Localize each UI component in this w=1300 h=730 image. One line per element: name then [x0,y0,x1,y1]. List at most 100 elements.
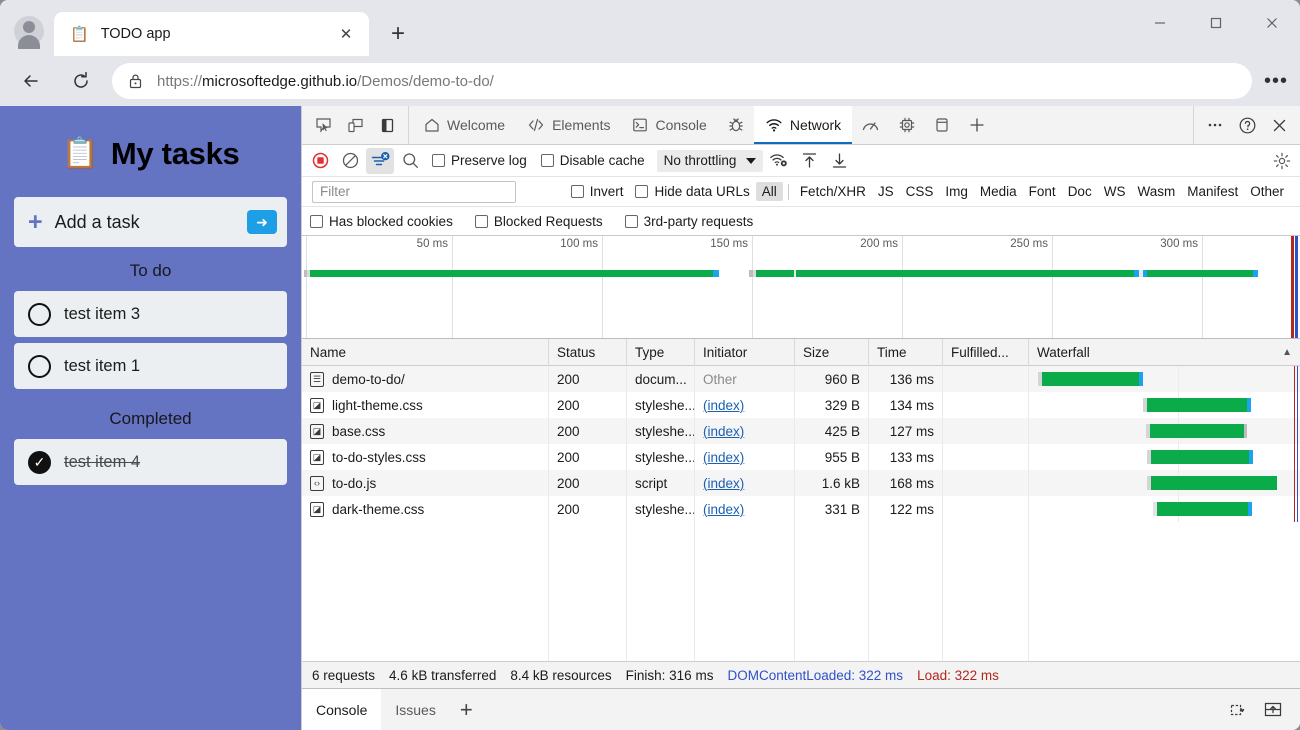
initiator-link[interactable]: (index) [703,424,744,439]
checkbox-icon[interactable] [475,215,488,228]
filter-clear-icon[interactable] [366,148,394,174]
clear-icon[interactable] [336,148,364,174]
device-emulation-icon[interactable] [340,110,370,140]
tab-performance[interactable] [852,106,889,144]
cell-initiator[interactable]: (index) [695,392,795,418]
export-har-icon[interactable] [825,148,853,174]
tab-network[interactable]: Network [754,106,852,144]
table-body[interactable]: ☰ demo-to-do/ 200 docum... Other 960 B 1… [302,366,1300,661]
column-header-waterfall[interactable]: Waterfall ▲ [1029,339,1300,366]
dock-side-icon[interactable] [372,110,402,140]
cell-name[interactable]: ◪ base.css [302,418,549,444]
table-row[interactable]: ◪ light-theme.css 200 styleshe... (index… [302,392,1300,418]
table-row[interactable]: ‹› to-do.js 200 script (index) 1.6 kB 16… [302,470,1300,496]
initiator-link[interactable]: (index) [703,450,744,465]
filter-type-doc[interactable]: Doc [1062,182,1098,201]
hide-data-urls-checkbox[interactable]: Hide data URLs [629,184,755,199]
has-blocked-cookies-checkbox[interactable]: Has blocked cookies [310,214,459,229]
filter-input[interactable]: Filter [312,181,516,203]
tab-memory[interactable] [889,106,925,144]
inspect-element-icon[interactable] [308,110,338,140]
checkbox-icon[interactable] [310,215,323,228]
column-header-type[interactable]: Type [627,339,695,366]
drawer-tab-issues[interactable]: Issues [381,689,449,730]
new-style-rule-icon[interactable] [1222,695,1252,725]
import-har-icon[interactable] [795,148,823,174]
back-icon[interactable] [12,62,50,100]
table-row[interactable]: ☰ demo-to-do/ 200 docum... Other 960 B 1… [302,366,1300,392]
filter-type-font[interactable]: Font [1023,182,1062,201]
column-header-initiator[interactable]: Initiator [695,339,795,366]
add-task-row[interactable]: + Add a task ➜ [14,197,287,247]
initiator-link[interactable]: (index) [703,398,744,413]
disable-cache-checkbox[interactable]: Disable cache [535,153,651,168]
tab-elements[interactable]: Elements [516,106,621,144]
cell-initiator[interactable]: (index) [695,418,795,444]
checkbox-icon[interactable] [432,154,445,167]
settings-gear-icon[interactable] [1268,148,1296,174]
cell-initiator[interactable]: (index) [695,470,795,496]
drawer-add-tab-icon[interactable]: + [450,689,483,730]
task-checked-icon[interactable]: ✓ [28,451,51,474]
browser-tab[interactable]: 📋 TODO app ✕ [54,12,369,56]
network-overview-timeline[interactable]: 50 ms 100 ms 150 ms 200 ms 250 ms 300 ms [302,236,1300,339]
cell-name[interactable]: ◪ dark-theme.css [302,496,549,522]
cell-name[interactable]: ‹› to-do.js [302,470,549,496]
column-header-time[interactable]: Time [869,339,943,366]
filter-type-ws[interactable]: WS [1098,182,1132,201]
list-item[interactable]: ✓ test item 4 [14,439,287,485]
cell-initiator[interactable]: (index) [695,444,795,470]
submit-arrow-icon[interactable]: ➜ [247,210,277,234]
column-header-name[interactable]: Name [302,339,549,366]
browser-more-icon[interactable]: ••• [1258,63,1294,99]
task-checkbox-icon[interactable] [28,355,51,378]
filter-type-css[interactable]: CSS [900,182,940,201]
close-devtools-icon[interactable] [1264,110,1294,140]
drawer-tab-console[interactable]: Console [302,689,381,730]
list-item[interactable]: test item 3 [14,291,287,337]
filter-type-media[interactable]: Media [974,182,1023,201]
tab-sources-debug[interactable] [718,106,754,144]
network-conditions-icon[interactable] [765,148,793,174]
help-icon[interactable] [1232,110,1262,140]
filter-type-manifest[interactable]: Manifest [1181,182,1244,201]
list-item[interactable]: test item 1 [14,343,287,389]
blocked-requests-checkbox[interactable]: Blocked Requests [469,214,609,229]
throttling-select[interactable]: No throttling [657,150,764,172]
minimize-icon[interactable] [1132,0,1188,46]
tab-console[interactable]: Console [621,106,717,144]
checkbox-icon[interactable] [635,185,648,198]
filter-type-fetchxhr[interactable]: Fetch/XHR [794,182,872,201]
add-task-input[interactable]: Add a task [55,212,235,233]
filter-type-other[interactable]: Other [1244,182,1290,201]
checkbox-icon[interactable] [571,185,584,198]
checkbox-icon[interactable] [625,215,638,228]
filter-type-js[interactable]: JS [872,182,900,201]
tab-application[interactable] [925,106,959,144]
cell-name[interactable]: ☰ demo-to-do/ [302,366,549,392]
address-bar[interactable]: https://microsoftedge.github.io/Demos/de… [112,63,1252,99]
reload-icon[interactable] [62,62,100,100]
close-window-icon[interactable] [1244,0,1300,46]
preserve-log-checkbox[interactable]: Preserve log [426,153,533,168]
invert-checkbox[interactable]: Invert [565,184,630,199]
filter-type-wasm[interactable]: Wasm [1131,182,1181,201]
more-tools-icon[interactable] [1200,110,1230,140]
table-row[interactable]: ◪ base.css 200 styleshe... (index) 425 B… [302,418,1300,444]
column-header-status[interactable]: Status [549,339,627,366]
table-row[interactable]: ◪ to-do-styles.css 200 styleshe... (inde… [302,444,1300,470]
task-checkbox-icon[interactable] [28,303,51,326]
table-row[interactable]: ◪ dark-theme.css 200 styleshe... (index)… [302,496,1300,522]
search-icon[interactable] [396,148,424,174]
new-tab-button[interactable]: + [381,17,415,51]
close-icon[interactable]: ✕ [333,21,359,47]
cell-name[interactable]: ◪ to-do-styles.css [302,444,549,470]
column-header-fulfilled[interactable]: Fulfilled... [943,339,1029,366]
initiator-link[interactable]: (index) [703,476,744,491]
third-party-requests-checkbox[interactable]: 3rd-party requests [619,214,760,229]
add-panel-icon[interactable] [959,106,995,144]
tab-welcome[interactable]: Welcome [413,106,516,144]
maximize-icon[interactable] [1188,0,1244,46]
avatar[interactable] [14,16,44,46]
filter-type-img[interactable]: Img [939,182,974,201]
